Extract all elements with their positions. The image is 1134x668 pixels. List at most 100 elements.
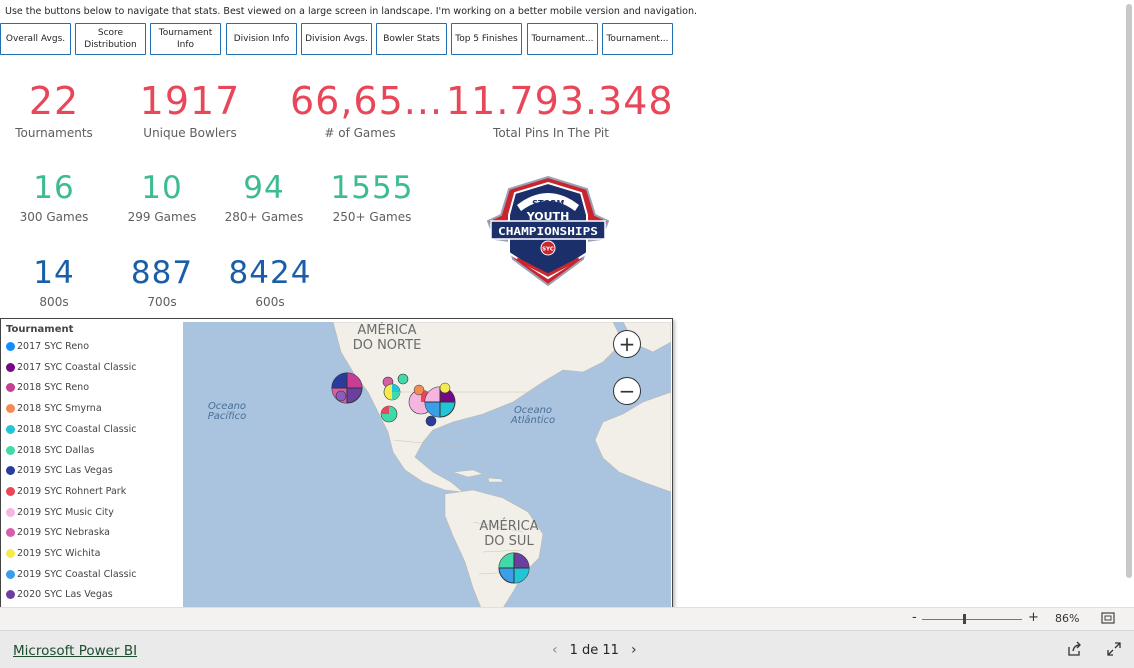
kpi-value: 94 xyxy=(243,170,285,206)
legend-dot-icon xyxy=(6,486,15,496)
nav-button-tournament-info[interactable]: Tournament Info xyxy=(150,23,221,55)
legend-item[interactable]: 2019 SYC Wichita xyxy=(6,548,100,559)
map-bubble-las-vegas xyxy=(331,372,363,404)
kpi-250-games: 1555 250+ Games xyxy=(316,170,428,225)
page-indicator: 1 de 11 xyxy=(569,642,619,658)
nav-button-tournament-b[interactable]: Tournament... xyxy=(602,23,673,55)
zoom-slider-track[interactable] xyxy=(922,619,1022,620)
kpi-unique-bowlers: 1917 Unique Bowlers xyxy=(126,82,254,140)
nav-button-label: Overall Avgs. xyxy=(5,34,66,44)
nav-button-bowler-stats[interactable]: Bowler Stats xyxy=(376,23,447,55)
zoom-level: 86% xyxy=(1055,612,1080,625)
nav-button-overall-avgs[interactable]: Overall Avgs. xyxy=(0,23,71,55)
legend-item-label: 2018 SYC Reno xyxy=(17,382,90,394)
map-area[interactable]: AMÉRICA DO NORTE Oceano Pacífico Oceano … xyxy=(183,322,671,607)
legend-item-label: 2019 SYC Las Vegas xyxy=(17,465,113,477)
kpi-label: 300 Games xyxy=(19,210,89,224)
nav-button-division-info[interactable]: Division Info xyxy=(226,23,297,55)
kpi-value: 1555 xyxy=(330,170,414,206)
zoom-slider-thumb[interactable] xyxy=(963,614,966,624)
legend-item-label: 2018 SYC Smyrna xyxy=(17,403,102,415)
legend-item[interactable]: 2019 SYC Nebraska xyxy=(6,527,110,538)
legend-item-label: 2019 SYC Rohnert Park xyxy=(17,485,127,497)
nav-button-top-5-finishes[interactable]: Top 5 Finishes xyxy=(451,23,522,55)
map-label-north-america: AMÉRICA xyxy=(357,322,416,338)
kpi-label: 299 Games xyxy=(127,210,197,224)
zoom-out-minus[interactable]: - xyxy=(912,610,917,625)
storm-youth-championships-logo: STORM YOUTH CHAMPIONSHIPS SYC xyxy=(487,175,609,287)
zoom-out-button[interactable]: − xyxy=(613,377,641,405)
map-bubble-dallas xyxy=(380,405,398,423)
legend-item-label: 2020 SYC Las Vegas xyxy=(17,589,113,601)
legend-dot-icon xyxy=(6,383,15,393)
zoom-in-plus[interactable]: + xyxy=(1028,610,1039,625)
legend-dot-icon xyxy=(6,549,15,558)
vertical-scrollbar[interactable] xyxy=(1124,0,1134,607)
logo-badge-text: SYC xyxy=(542,247,554,253)
legend-item-label: 2017 SYC Reno xyxy=(17,341,90,352)
nav-button-tournament-a[interactable]: Tournament... xyxy=(527,23,598,55)
legend-item[interactable]: 2019 SYC Coastal Classic xyxy=(6,569,136,580)
kpi-value: 10 xyxy=(141,170,183,206)
legend-dot-icon xyxy=(6,528,15,538)
kpi-value: 22 xyxy=(28,79,80,123)
kpi-total-pins: 11.793.348 Total Pins In The Pit xyxy=(446,79,674,140)
map-label-north-america-2: DO NORTE xyxy=(353,338,422,353)
legend-item[interactable]: 2019 SYC Music City xyxy=(6,507,114,518)
legend-item[interactable]: 2019 SYC Rohnert Park xyxy=(6,486,126,497)
map-legend: Tournament 2017 SYC Reno 2017 SYC Coastal… xyxy=(1,319,183,607)
zoom-in-button[interactable]: + xyxy=(613,330,641,358)
kpi-value: 8424 xyxy=(228,255,312,291)
kpi-label: 700s xyxy=(147,295,177,309)
kpi-label: 800s xyxy=(39,295,69,309)
status-bar: - + 86% xyxy=(0,607,1134,630)
map-bubble-south-america xyxy=(498,552,530,584)
next-page-button[interactable]: › xyxy=(619,642,649,658)
footer-bar: Microsoft Power BI ‹ 1 de 11 › xyxy=(0,630,1134,668)
legend-item-label: 2019 SYC Nebraska xyxy=(17,527,110,539)
legend-item[interactable]: 2018 SYC Dallas xyxy=(6,445,94,456)
nav-button-division-avgs[interactable]: Division Avgs. xyxy=(301,23,372,55)
legend-item[interactable]: 2017 SYC Coastal Classic xyxy=(6,362,136,373)
legend-item[interactable]: 2018 SYC Reno xyxy=(6,382,89,393)
kpi-700s: 887 700s xyxy=(112,255,212,310)
legend-item[interactable]: 2019 SYC Las Vegas xyxy=(6,465,113,476)
fullscreen-icon[interactable] xyxy=(1106,641,1122,657)
legend-item[interactable]: 2017 SYC Reno xyxy=(6,341,89,352)
kpi-label: # of Games xyxy=(324,126,396,140)
legend-item-label: 2017 SYC Coastal Classic xyxy=(17,361,137,373)
legend-title: Tournament xyxy=(6,324,74,335)
power-bi-link[interactable]: Microsoft Power BI xyxy=(13,643,137,659)
kpi-value: 887 xyxy=(130,255,194,291)
kpi-label: 250+ Games xyxy=(332,210,412,224)
minus-icon: − xyxy=(618,379,636,403)
map-label-atlantic-2: Atlântico xyxy=(510,414,555,426)
legend-dot-icon xyxy=(6,445,15,455)
legend-dot-icon xyxy=(6,342,15,351)
map-label-south-america-2: DO SUL xyxy=(484,534,534,549)
map-label-south-america: AMÉRICA xyxy=(479,518,538,534)
legend-item-label: 2018 SYC Coastal Classic xyxy=(17,423,137,435)
fit-to-page-icon[interactable] xyxy=(1101,612,1115,624)
legend-item[interactable]: 2018 SYC Smyrna xyxy=(6,403,102,414)
prev-page-button[interactable]: ‹ xyxy=(540,642,570,658)
nav-button-label: Tournament Info xyxy=(158,28,213,50)
nav-button-label: Tournament... xyxy=(606,34,669,44)
report-canvas: Use the buttons below to navigate that s… xyxy=(0,0,1124,607)
legend-dot-icon xyxy=(6,466,15,476)
kpi-label: Tournaments xyxy=(15,126,93,140)
legend-item[interactable]: 2020 SYC Las Vegas xyxy=(6,589,113,600)
kpi-label: 600s xyxy=(255,295,285,309)
nav-button-label: Top 5 Finishes xyxy=(455,34,518,44)
nav-button-score-distribution[interactable]: Score Distribution xyxy=(75,23,146,55)
kpi-value: 11.793.348 xyxy=(446,79,674,123)
legend-dot-icon xyxy=(6,424,15,434)
legend-dot-icon xyxy=(6,590,15,600)
legend-item[interactable]: 2018 SYC Coastal Classic xyxy=(6,424,136,435)
scrollbar-thumb[interactable] xyxy=(1126,4,1132,578)
page-navigator: ‹ 1 de 11 › xyxy=(540,642,649,658)
nav-button-label: Division Info xyxy=(233,34,290,44)
map-bubble-coastal xyxy=(425,415,437,427)
share-icon[interactable] xyxy=(1066,641,1082,657)
kpi-tournaments: 22 Tournaments xyxy=(4,82,104,140)
